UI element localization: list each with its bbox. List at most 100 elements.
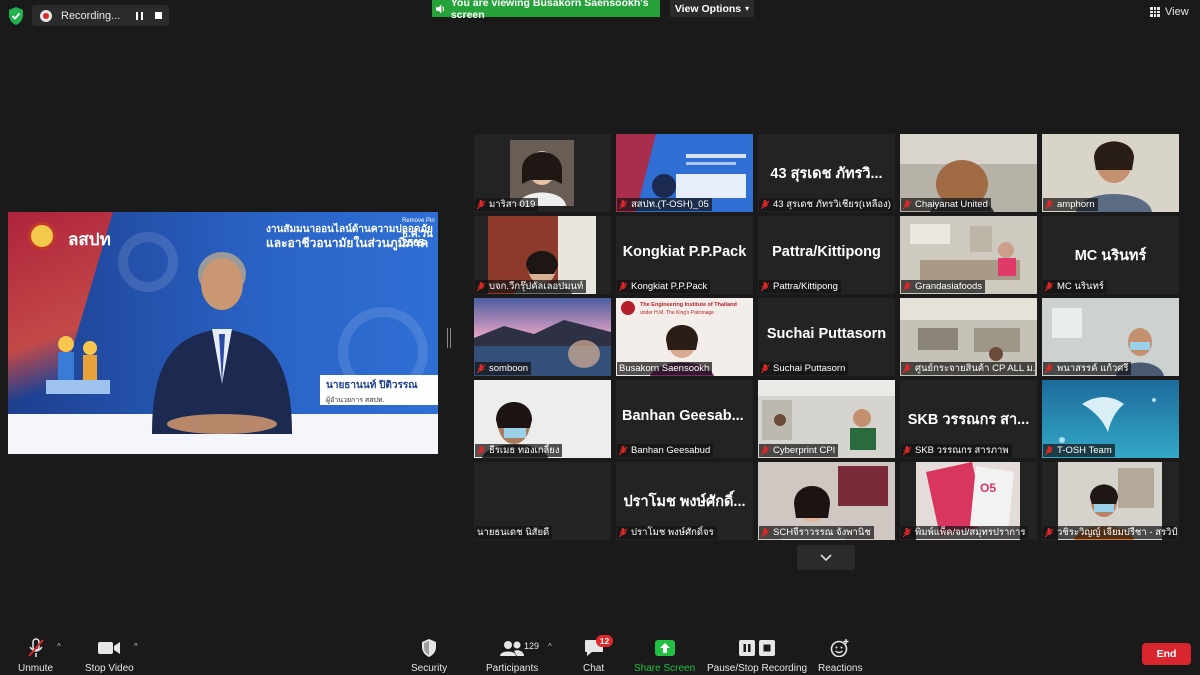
mic-muted-icon [761,199,769,209]
viewing-banner-text: You are viewing Busakorn Saensookh's scr… [450,0,649,21]
chevron-down-icon: ▾ [745,4,750,13]
reactions-button[interactable]: Reactions [818,638,862,674]
participant-name: Suchai Puttasorn [773,363,846,374]
view-options-button[interactable]: View Options ▾ [670,0,754,17]
participant-tile-active-speaker[interactable]: The Engineering Institute of Thailand un… [616,298,753,376]
participant-tile[interactable]: amphorn [1042,134,1179,212]
participant-tile[interactable]: ธีรเมธ ทองเกลี้ยง [474,380,611,458]
view-button[interactable]: View [1150,6,1189,18]
mic-muted-icon [903,199,911,209]
mic-muted-icon [761,527,769,537]
end-meeting-button[interactable]: End [1142,643,1191,665]
participant-tile[interactable]: Chaiyanat United [900,134,1037,212]
participant-name-tag: ธีรเมธ ทองเกลี้ยง [475,444,563,457]
chat-unread-badge: 12 [596,635,613,647]
slide-org-line2: under H.M. The King's Patronage [640,310,714,316]
stop-video-button[interactable]: Stop Video [85,638,134,674]
participant-name-tag: Busakorn Saensookh [617,362,713,375]
mic-muted-icon [477,199,485,209]
participants-label: Participants [486,663,539,674]
participant-tile[interactable]: SCHจีราวรรณ จังพานิช [758,462,895,540]
presenter-nameplate: นายธานนท์ ปิติวรรณ ผู้อำนวยการ สสปท. [320,375,438,405]
shield-check-icon[interactable] [8,7,24,25]
participant-tile[interactable]: นายธนเดช นิสัยดี [474,462,611,540]
participant-name-tag: พนาสรรค์ แก้วศรี [1043,362,1132,375]
participant-name-tag: นายธนเดช นิสัยดี [475,526,553,539]
presenter-name: นายธานนท์ ปิติวรรณ [326,380,418,391]
emoji-smile-icon [830,639,849,657]
participant-gallery: มาริสา 019 สสปท.(T-OSH)_05 43 สุรเดช ภัท… [474,134,1182,541]
audio-options-caret-icon[interactable]: ^ [57,642,61,651]
participant-name: พิมพ์แพ็ค/จป/สมุทรปราการ [915,527,1026,538]
participant-tile[interactable]: พนาสรรค์ แก้วศรี [1042,298,1179,376]
gallery-next-page-button[interactable] [797,545,855,570]
mic-muted-icon [1045,527,1053,537]
participant-tile[interactable]: MC นรินทร์ MC นรินทร์ [1042,216,1179,294]
participant-name-tag: ปราโมช พงษ์ศักดิ์จร [617,526,717,539]
shared-screen[interactable]: ลสปท งานสัมมนาออนไลน์ด้านความปลอดภัย และ… [8,212,438,454]
participant-tile[interactable]: มาริสา 019 [474,134,611,212]
mic-muted-icon [903,527,911,537]
participant-name-tag: วชิระวิญญ์ เจียมปรีชา - สรวิป์... [1043,526,1177,539]
share-screen-button[interactable]: Share Screen [634,638,695,674]
participant-tile[interactable]: บจก.วีกรุ๊ปคัลเลอปมนท์ [474,216,611,294]
video-options-caret-icon[interactable]: ^ [134,642,138,651]
participant-display-name: ปราโมช พงษ์ศักดิ์... [623,494,746,510]
slide-logo: ลสปท [68,230,111,249]
participant-tile[interactable]: Suchai Puttasorn Suchai Puttasorn [758,298,895,376]
participant-tile[interactable]: Grandasiafoods [900,216,1037,294]
participant-name-tag: พิมพ์แพ็ค/จป/สมุทรปราการ [901,526,1029,539]
security-shield-icon [422,639,437,657]
mic-muted-icon [903,281,911,291]
security-button[interactable]: Security [411,638,447,674]
participant-name-tag: Kongkiat P.P.Pack [617,280,711,293]
participant-name: Cyberprint CPI [773,445,836,456]
participant-tile[interactable]: ปราโมช พงษ์ศักดิ์... ปราโมช พงษ์ศักดิ์จร [616,462,753,540]
participant-name-tag: SKB วรรณกร สารภาพ [901,444,1012,457]
participant-tile[interactable]: Cyberprint CPI [758,380,895,458]
unmute-button[interactable]: Unmute [18,638,53,674]
record-dot-icon [40,9,52,22]
participant-name-tag: 43 สุรเดช ภัทรวิเชียร(เหลือง) [759,198,893,211]
participant-tile[interactable]: O5 พิมพ์แพ็ค/จป/สมุทรปราการ [900,462,1037,540]
participant-tile[interactable]: ศูนย์กระจายสินค้า CP ALL ม... [900,298,1037,376]
pause-recording-button[interactable] [132,9,146,23]
pause-stop-recording-label: Pause/Stop Recording [707,663,808,674]
remove-pin-label[interactable]: Remove Pin [402,218,435,224]
stop-recording-button[interactable] [151,9,165,23]
participant-name: Kongkiat P.P.Pack [631,281,708,292]
unmute-label: Unmute [18,663,54,674]
view-label: View [1165,6,1189,18]
mic-muted-icon [1045,281,1053,291]
panel-resize-handle[interactable] [447,328,451,348]
mic-muted-icon [761,445,769,455]
pause-icon [135,11,143,20]
participant-tile[interactable]: วชิระวิญญ์ เจียมปรีชา - สรวิป์... [1042,462,1179,540]
mic-muted-icon [1045,363,1053,373]
svg-text:O5: O5 [980,481,996,495]
view-options-label: View Options [674,2,742,15]
participant-name-tag: Grandasiafoods [901,280,986,293]
participant-tile[interactable]: Pattra/Kittipong Pattra/Kittipong [758,216,895,294]
participants-options-caret-icon[interactable]: ^ [548,642,552,651]
ministry-seal-logo [28,222,56,250]
recording-label: Recording... [61,9,121,22]
participant-video [510,140,574,206]
mic-muted-icon [619,527,627,537]
participant-tile[interactable]: Banhan Geesab... Banhan Geesabud [616,380,753,458]
participant-tile[interactable]: T-OSH Team [1042,380,1179,458]
participant-tile[interactable]: somboon [474,298,611,376]
chevron-down-icon [820,553,832,561]
pause-stop-recording-button[interactable]: Pause/Stop Recording [707,638,807,674]
participant-tile[interactable]: 43 สุรเดช ภัทรวิ... 43 สุรเดช ภัทรวิเชีย… [758,134,895,212]
mic-muted-icon [761,281,769,291]
participant-name-tag: Chaiyanat United [901,198,991,211]
participant-tile[interactable]: Kongkiat P.P.Pack Kongkiat P.P.Pack [616,216,753,294]
participant-name: บจก.วีกรุ๊ปคัลเลอปมนท์ [489,281,584,292]
speaker-icon [436,4,445,13]
participant-name: นายธนเดช นิสัยดี [477,527,550,538]
participant-name: ธีรเมธ ทองเกลี้ยง [489,445,560,456]
participant-tile[interactable]: SKB วรรณกร สา... SKB วรรณกร สารภาพ [900,380,1037,458]
participant-tile[interactable]: สสปท.(T-OSH)_05 [616,134,753,212]
participant-name: Banhan Geesabud [631,445,711,456]
